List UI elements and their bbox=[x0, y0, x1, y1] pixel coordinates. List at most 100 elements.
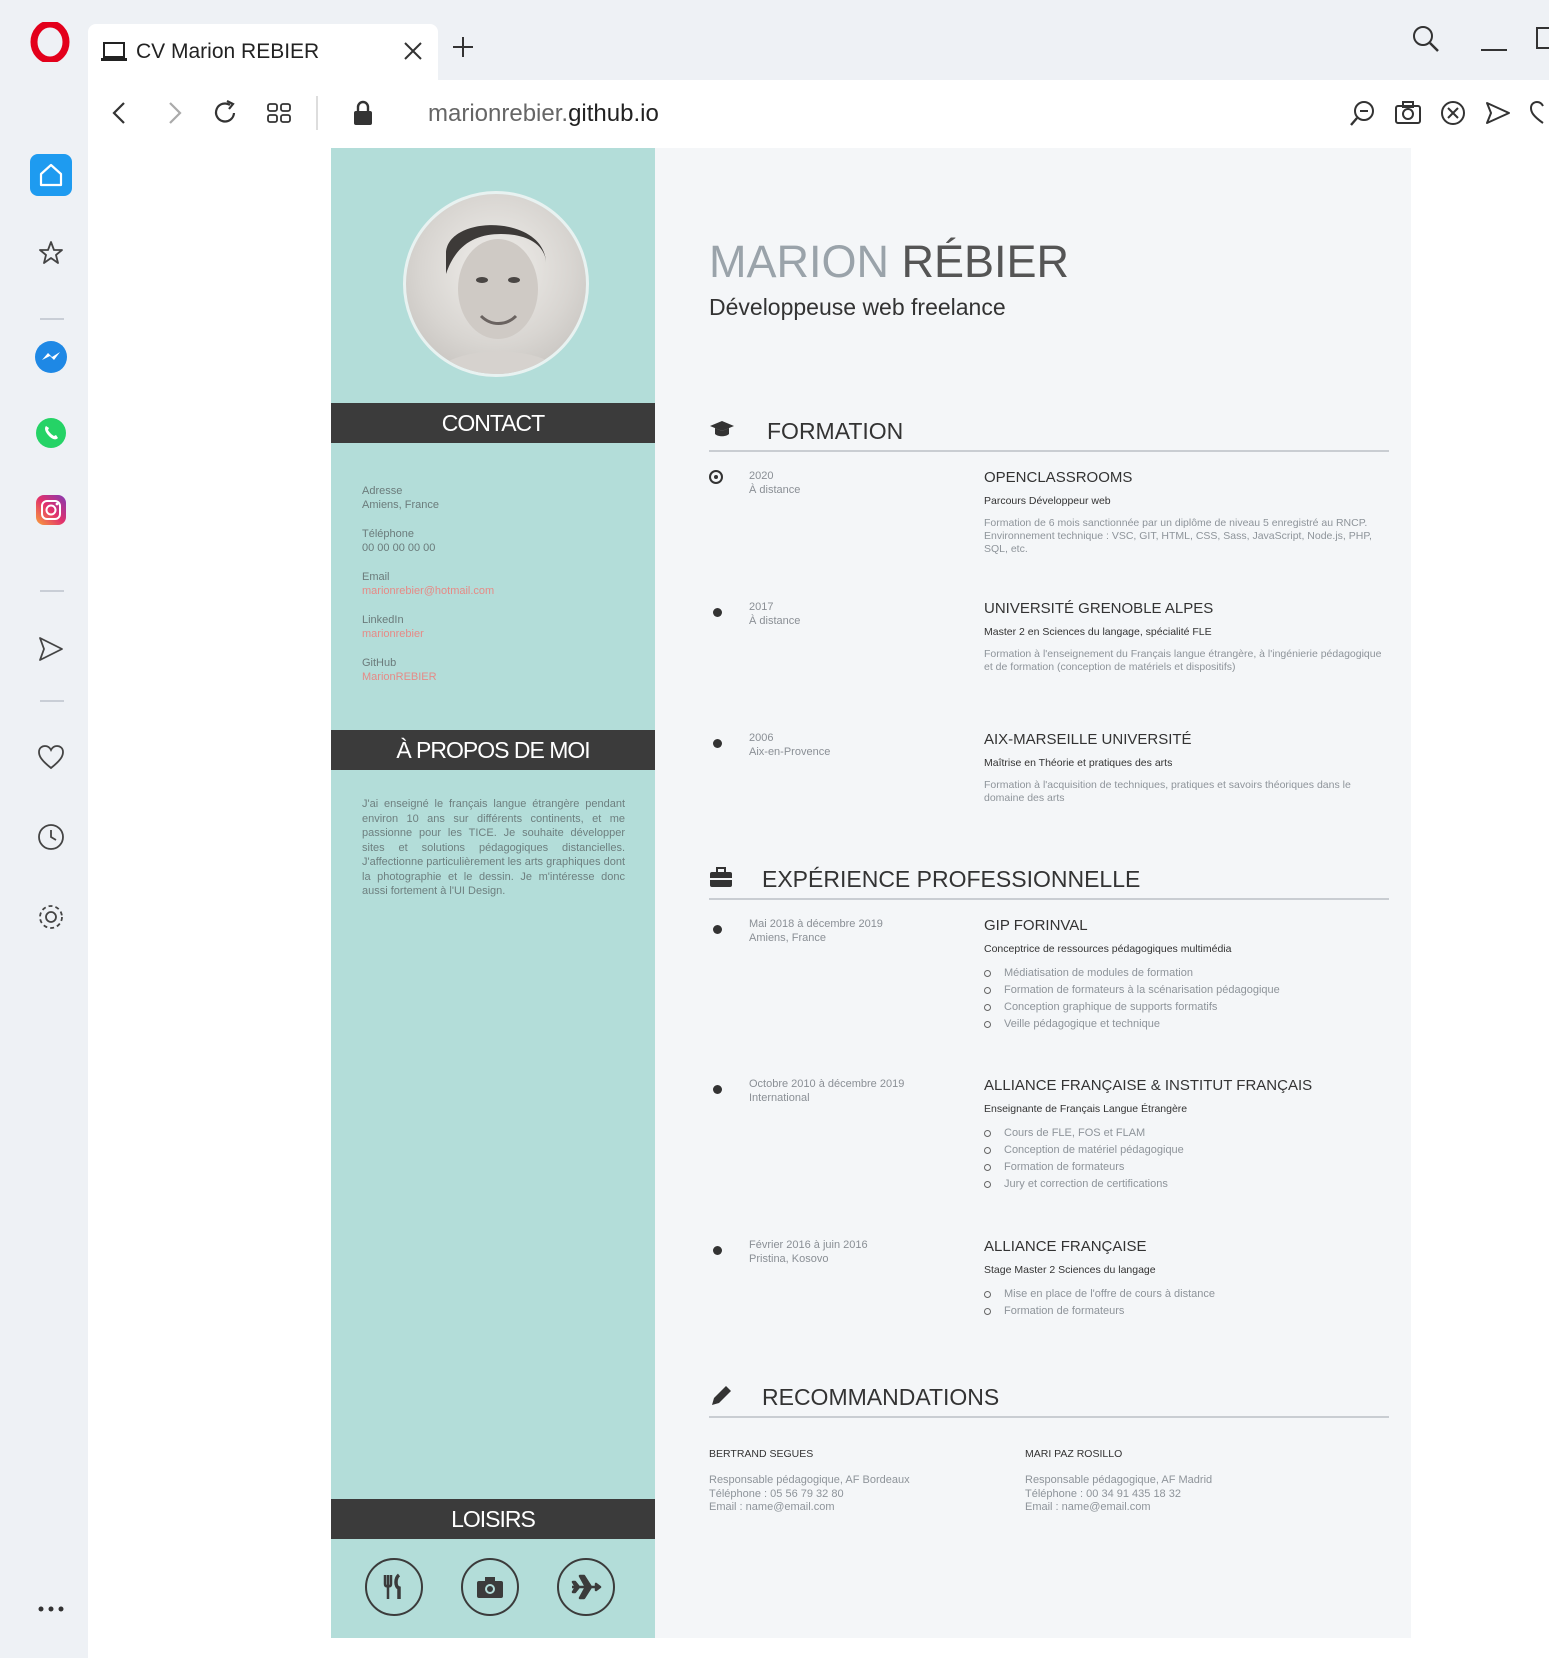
addr-separator bbox=[316, 96, 318, 130]
close-icon[interactable] bbox=[400, 38, 426, 64]
laptop-icon bbox=[101, 42, 127, 61]
camera-icon[interactable] bbox=[1393, 98, 1423, 128]
send-icon[interactable] bbox=[1483, 98, 1513, 128]
reco-role: Responsable pédagogique, AF Madrid bbox=[1025, 1474, 1213, 1486]
entry-date: 2006 Aix-en-Provence bbox=[749, 731, 949, 759]
whatsapp-icon[interactable] bbox=[30, 412, 72, 454]
timeline-bullet bbox=[709, 470, 723, 484]
sidebar-separator bbox=[40, 590, 64, 592]
settings-icon[interactable] bbox=[30, 896, 72, 938]
entry-period: Octobre 2010 à décembre 2019 bbox=[749, 1078, 905, 1090]
lock-icon[interactable] bbox=[350, 98, 376, 128]
entry-date: 2017 À distance bbox=[749, 600, 949, 628]
back-icon[interactable] bbox=[106, 98, 134, 128]
url-text[interactable]: marionrebier.github.io bbox=[428, 100, 659, 128]
list-item: Formation de formateurs bbox=[984, 1303, 1384, 1320]
clock-icon[interactable] bbox=[30, 816, 72, 858]
hobbies-heading: LOISIRS bbox=[331, 1499, 655, 1539]
tab-cv[interactable]: CV Marion REBIER bbox=[88, 24, 438, 80]
timeline-bullet bbox=[713, 1085, 722, 1094]
task-list: Mise en place de l'offre de cours à dist… bbox=[984, 1286, 1384, 1320]
entry-year: 2017 bbox=[749, 601, 774, 613]
github-link[interactable]: MarionREBIER bbox=[362, 670, 632, 684]
entry-place: À distance bbox=[749, 484, 801, 496]
instagram-icon[interactable] bbox=[30, 489, 72, 531]
list-item: Médiatisation de modules de formation bbox=[984, 965, 1384, 982]
list-item: Cours de FLE, FOS et FLAM bbox=[984, 1125, 1384, 1142]
linkedin-link[interactable]: marionrebier bbox=[362, 627, 632, 641]
list-item: Mise en place de l'offre de cours à dist… bbox=[984, 1286, 1384, 1303]
list-item: Formation de formateurs bbox=[984, 1159, 1384, 1176]
entry-title: UNIVERSITÉ GRENOBLE ALPES bbox=[984, 600, 1214, 617]
graduation-cap-icon bbox=[710, 421, 734, 437]
last-name: RÉBIER bbox=[901, 236, 1070, 287]
opera-logo[interactable] bbox=[30, 22, 70, 62]
email-link[interactable]: marionrebier@hotmail.com bbox=[362, 584, 632, 598]
contact-label: GitHub bbox=[362, 657, 397, 669]
entry-description: Formation à l'enseignement du Français l… bbox=[984, 648, 1382, 673]
plus-icon[interactable] bbox=[450, 34, 476, 60]
minimize-icon[interactable] bbox=[1481, 48, 1507, 52]
entry-date: 2020 À distance bbox=[749, 469, 949, 497]
entry-date: Octobre 2010 à décembre 2019 Internationa… bbox=[749, 1077, 949, 1105]
recommendations-section-header: RECOMMANDATIONS bbox=[709, 1376, 1389, 1418]
contact-label: Téléphone bbox=[362, 528, 414, 540]
timeline-bullet bbox=[713, 608, 722, 617]
first-name: MARION bbox=[709, 236, 889, 287]
camera-icon bbox=[461, 1558, 519, 1616]
contact-value: 00 00 00 00 00 bbox=[362, 542, 436, 554]
heart-icon[interactable] bbox=[30, 736, 72, 778]
speed-dial-icon[interactable] bbox=[264, 98, 294, 128]
more-icon[interactable] bbox=[30, 1588, 72, 1630]
briefcase-icon bbox=[710, 867, 732, 887]
heart-icon[interactable] bbox=[1528, 98, 1548, 128]
recommendations-heading: RECOMMANDATIONS bbox=[762, 1384, 1000, 1410]
contact-phone: Téléphone 00 00 00 00 00 bbox=[362, 527, 632, 555]
reco-email: Email : name@email.com bbox=[1025, 1501, 1151, 1513]
cv-name: MARION RÉBIER bbox=[709, 236, 1069, 288]
page-viewport: CONTACT Adresse Amiens, France Téléphone… bbox=[88, 148, 1549, 1658]
entry-subtitle: Stage Master 2 Sciences du langage bbox=[984, 1264, 1156, 1276]
entry-year: 2006 bbox=[749, 732, 774, 744]
timeline-bullet bbox=[713, 1246, 722, 1255]
messenger-icon[interactable] bbox=[30, 336, 72, 378]
contact-value: Amiens, France bbox=[362, 499, 440, 511]
portrait-image bbox=[436, 225, 561, 374]
entry-place: À distance bbox=[749, 615, 801, 627]
entry-body: OPENCLASSROOMS Parcours Développeur web … bbox=[984, 469, 1384, 556]
home-icon[interactable] bbox=[30, 154, 72, 196]
list-item: Conception de matériel pédagogique bbox=[984, 1142, 1384, 1159]
pencil-icon bbox=[712, 1386, 731, 1405]
entry-title: OPENCLASSROOMS bbox=[984, 469, 1133, 486]
task-list: Cours de FLE, FOS et FLAM Conception de … bbox=[984, 1125, 1384, 1193]
block-icon[interactable] bbox=[1438, 98, 1468, 128]
entry-period: Février 2016 à juin 2016 bbox=[749, 1239, 868, 1251]
list-item: Formation de formateurs à la scénarisati… bbox=[984, 982, 1384, 999]
forward-icon[interactable] bbox=[160, 98, 188, 128]
list-item: Jury et correction de certifications bbox=[984, 1176, 1384, 1193]
entry-place: Amiens, France bbox=[749, 932, 827, 944]
maximize-icon[interactable] bbox=[1535, 26, 1549, 50]
send-icon[interactable] bbox=[30, 628, 72, 670]
search-icon[interactable] bbox=[1411, 24, 1441, 54]
reco-phone: Téléphone : 05 56 79 32 80 bbox=[709, 1487, 844, 1500]
entry-place: Aix-en-Provence bbox=[749, 746, 831, 758]
entry-subtitle: Conceptrice de ressources pédagogiques m… bbox=[984, 943, 1232, 955]
reload-icon[interactable] bbox=[210, 98, 240, 128]
zoom-out-icon[interactable] bbox=[1348, 98, 1378, 128]
entry-body: ALLIANCE FRANÇAISE Stage Master 2 Scienc… bbox=[984, 1238, 1384, 1320]
star-icon[interactable] bbox=[30, 232, 72, 274]
recommendation-card: MARI PAZ ROSILLO Responsable pédagogique… bbox=[1025, 1448, 1325, 1515]
experience-heading: EXPÉRIENCE PROFESSIONNELLE bbox=[762, 866, 1141, 892]
contact-label: LinkedIn bbox=[362, 614, 404, 626]
entry-description: Formation de 6 mois sanctionnée par un d… bbox=[984, 517, 1372, 555]
job-title: Développeuse web freelance bbox=[709, 294, 1006, 320]
contact-github: GitHub MarionREBIER bbox=[362, 656, 632, 684]
entry-date: Février 2016 à juin 2016 Pristina, Kosovo bbox=[749, 1238, 949, 1266]
tab-strip: CV Marion REBIER bbox=[88, 0, 1549, 80]
task-list: Médiatisation de modules de formation Fo… bbox=[984, 965, 1384, 1033]
url-domain: github.io bbox=[568, 100, 659, 127]
cv-sidebar: CONTACT Adresse Amiens, France Téléphone… bbox=[331, 148, 655, 1638]
url-prefix: marionrebier. bbox=[428, 100, 569, 127]
opera-sidebar bbox=[0, 0, 88, 1658]
